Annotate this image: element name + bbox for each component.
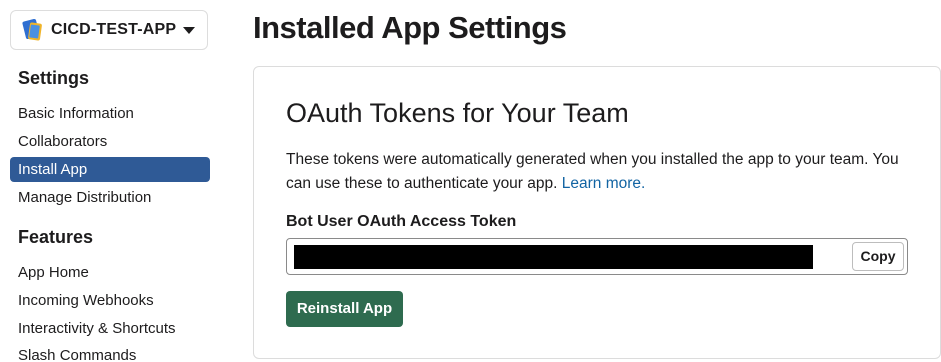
sidebar-item-incoming-webhooks[interactable]: Incoming Webhooks [10,288,210,313]
sidebar-item-collaborators[interactable]: Collaborators [10,129,210,154]
sidebar-item-basic-information[interactable]: Basic Information [10,101,210,126]
sidebar: CICD-TEST-APP Settings Basic Information… [0,0,228,362]
page-title: Installed App Settings [253,10,567,45]
app-switcher[interactable]: CICD-TEST-APP [10,10,208,50]
sidebar-item-interactivity-shortcuts[interactable]: Interactivity & Shortcuts [10,316,210,341]
sidebar-heading-settings: Settings [18,68,90,88]
token-value-redacted [294,245,813,269]
token-label: Bot User OAuth Access Token [286,213,517,230]
sidebar-heading-features: Features [18,227,94,247]
app-name: CICD-TEST-APP [51,21,177,38]
token-field[interactable]: Copy [286,238,908,275]
card-title: OAuth Tokens for Your Team [286,98,629,128]
books-icon [21,18,43,41]
sidebar-item-install-app[interactable]: Install App [10,157,210,182]
reinstall-app-button[interactable]: Reinstall App [286,291,403,327]
learn-more-link[interactable]: Learn more. [562,175,646,192]
card-description: These tokens were automatically generate… [286,148,906,196]
oauth-tokens-card: OAuth Tokens for Your Team These tokens … [253,66,941,359]
sidebar-item-manage-distribution[interactable]: Manage Distribution [10,185,210,210]
installed-app-settings-page: CICD-TEST-APP Settings Basic Information… [0,0,941,362]
copy-button[interactable]: Copy [852,242,904,271]
caret-down-icon [183,26,195,34]
sidebar-item-slash-commands[interactable]: Slash Commands [10,343,210,362]
sidebar-item-app-home[interactable]: App Home [10,260,210,285]
